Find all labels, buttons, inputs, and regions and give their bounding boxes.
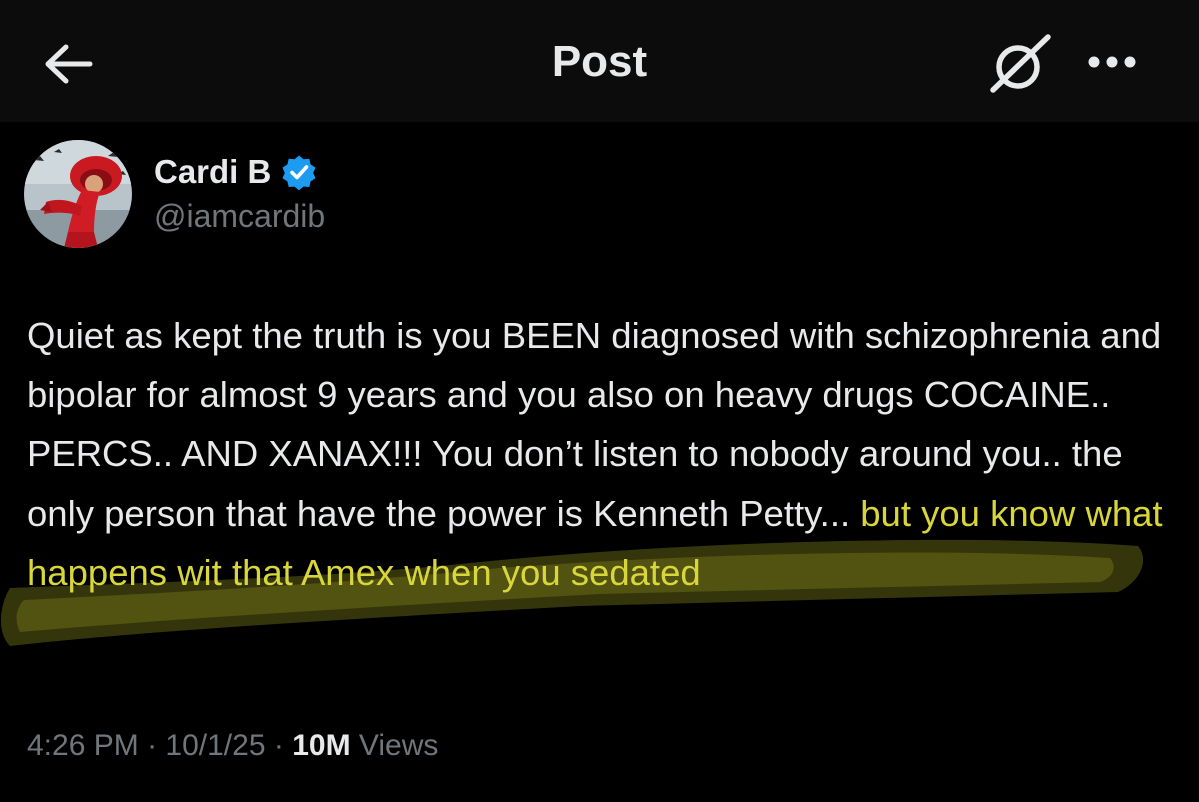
post-date[interactable]: 10/1/25 xyxy=(165,729,265,762)
post-metadata: 4:26 PM · 10/1/25 · 10M Views xyxy=(27,726,438,766)
meta-separator: · xyxy=(147,729,158,762)
post-text: Quiet as kept the truth is you BEEN diag… xyxy=(27,306,1187,602)
more-horizontal-icon xyxy=(1088,56,1136,68)
author-name-row[interactable]: Cardi B xyxy=(154,150,317,194)
author-display-name: Cardi B xyxy=(154,153,272,190)
back-button[interactable] xyxy=(36,34,100,94)
profile-photo xyxy=(24,140,132,248)
verified-badge-icon xyxy=(282,155,316,190)
avatar[interactable] xyxy=(24,140,132,248)
top-navigation-bar: Post xyxy=(0,0,1199,122)
more-options-button[interactable] xyxy=(1080,40,1144,84)
author-handle[interactable]: @iamcardib xyxy=(154,196,325,236)
meta-separator: · xyxy=(273,729,284,762)
views-count[interactable]: 10M xyxy=(292,729,350,762)
views-label[interactable]: Views xyxy=(359,729,438,762)
grok-icon xyxy=(990,34,1051,93)
post-time[interactable]: 4:26 PM xyxy=(27,729,139,762)
arrow-left-icon xyxy=(45,44,93,84)
grok-button[interactable] xyxy=(986,30,1056,96)
